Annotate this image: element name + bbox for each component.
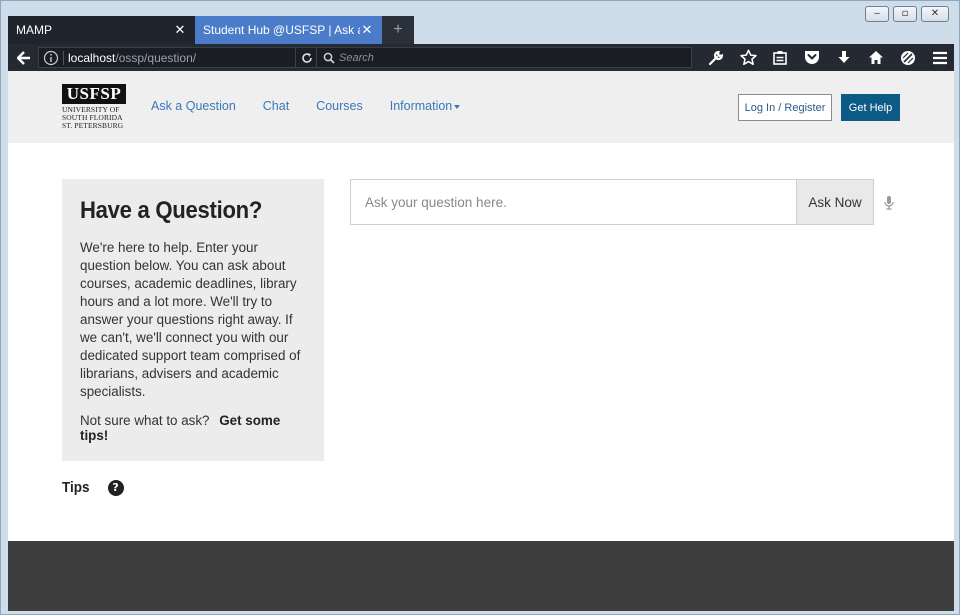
pocket-icon[interactable]: [796, 47, 828, 68]
tips-prompt: Not sure what to ask?: [80, 413, 210, 428]
login-register-button[interactable]: Log In / Register: [738, 94, 832, 121]
maximize-button[interactable]: ▫: [893, 6, 917, 22]
download-icon[interactable]: [828, 47, 860, 68]
ask-now-button[interactable]: Ask Now: [796, 179, 874, 225]
menu-icon[interactable]: [924, 47, 956, 68]
tab-close-icon[interactable]: ✕: [173, 23, 187, 38]
wrench-icon[interactable]: [700, 47, 732, 68]
question-input[interactable]: [350, 179, 796, 225]
tab-strip: MAMP ✕ Student Hub @USFSP | Ask a Que ✕ …: [8, 16, 414, 44]
address-bar[interactable]: localhost/ossp/question/: [38, 47, 318, 68]
microphone-icon[interactable]: [882, 193, 896, 211]
toolbar: [700, 47, 956, 68]
nav-ask-a-question[interactable]: Ask a Question: [151, 99, 236, 113]
panel-title: Have a Question?: [80, 197, 263, 224]
usfsp-logo[interactable]: USFSP UNIVERSITY OF SOUTH FLORIDA ST. PE…: [62, 84, 126, 130]
tab-title: MAMP: [16, 23, 52, 37]
back-arrow-icon[interactable]: [13, 47, 35, 69]
panel-description: We're here to help. Enter your question …: [80, 240, 301, 399]
minimize-button[interactable]: ‒: [865, 6, 889, 22]
new-tab-button[interactable]: +: [382, 16, 414, 44]
url-path: /ossp/question/: [115, 50, 197, 65]
window-controls: ‒ ▫ ✕: [865, 6, 949, 22]
site-header: USFSP UNIVERSITY OF SOUTH FLORIDA ST. PE…: [8, 71, 954, 143]
reload-icon[interactable]: [295, 48, 317, 67]
tab-student-hub[interactable]: Student Hub @USFSP | Ask a Que ✕: [195, 16, 382, 44]
bookmark-star-icon[interactable]: [732, 47, 764, 68]
site-nav: Ask a Question Chat Courses Information: [151, 99, 487, 113]
get-help-button[interactable]: Get Help: [841, 94, 900, 121]
site-footer: [8, 541, 954, 611]
home-icon[interactable]: [860, 47, 892, 68]
question-panel: Have a Question? We're here to help. Ent…: [62, 179, 324, 461]
browser-window: ‒ ▫ ✕ MAMP ✕ Student Hub @USFSP | Ask a …: [0, 0, 960, 615]
url-host: localhost: [68, 50, 116, 65]
search-bar[interactable]: [316, 47, 692, 68]
caret-down-icon: [454, 104, 461, 109]
clipboard-icon[interactable]: [764, 47, 796, 68]
tips-line: Not sure what to ask? Get some tips!: [80, 413, 306, 443]
nav-courses[interactable]: Courses: [316, 99, 363, 113]
logo-line: ST. PETERSBURG: [62, 121, 124, 130]
tab-mamp[interactable]: MAMP ✕: [8, 16, 195, 44]
tips-section: Tips ?: [62, 479, 124, 496]
ask-form: Ask Now: [350, 179, 896, 225]
tips-heading: Tips: [62, 479, 90, 496]
tab-close-icon[interactable]: ✕: [360, 23, 374, 38]
divider: [63, 50, 64, 65]
url-text[interactable]: localhost/ossp/question/: [68, 51, 295, 65]
search-input[interactable]: [339, 51, 669, 64]
logo-subtitle: UNIVERSITY OF SOUTH FLORIDA ST. PETERSBU…: [62, 106, 126, 130]
close-window-button[interactable]: ✕: [921, 6, 949, 22]
nav-information[interactable]: Information: [390, 99, 461, 113]
search-icon: [323, 52, 335, 64]
tab-title: Student Hub @USFSP | Ask a Que: [203, 23, 360, 37]
page-content: USFSP UNIVERSITY OF SOUTH FLORIDA ST. PE…: [8, 71, 954, 611]
question-circle-icon[interactable]: ?: [107, 479, 124, 496]
info-icon[interactable]: [43, 50, 59, 66]
compass-icon[interactable]: [892, 47, 924, 68]
navigation-bar: localhost/ossp/question/: [8, 44, 954, 71]
logo-mark: USFSP: [62, 84, 126, 104]
nav-information-label: Information: [389, 99, 453, 113]
nav-chat[interactable]: Chat: [263, 99, 289, 113]
